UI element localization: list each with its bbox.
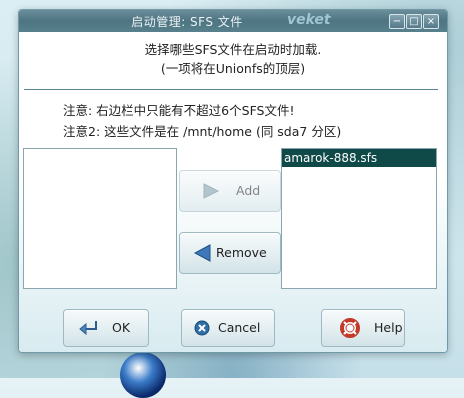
- ok-label: OK: [112, 320, 131, 335]
- intro-text: 选择哪些SFS文件在启动时加载. (一项将在Unionfs的顶层): [19, 40, 447, 78]
- play-arrow-icon: [203, 183, 220, 199]
- desktop-logo-icon: [120, 352, 166, 398]
- cancel-x-icon: [194, 320, 210, 336]
- intro-line-1: 选择哪些SFS文件在启动时加载.: [144, 42, 322, 57]
- help-label: Help: [374, 320, 403, 335]
- add-button[interactable]: Add: [179, 170, 281, 212]
- close-button[interactable]: ×: [423, 14, 439, 29]
- note-line-1: 注意: 右边栏中只能有不超过6个SFS文件!: [63, 103, 295, 118]
- minimize-button[interactable]: −: [389, 14, 405, 29]
- enter-return-icon: [79, 321, 97, 336]
- note-line-2: 注意2: 这些文件是在 /mnt/home (同 sda7 分区): [63, 124, 342, 139]
- lifebuoy-icon: [340, 318, 360, 338]
- separator-line: [24, 89, 438, 90]
- list-item[interactable]: amarok-888.sfs: [282, 149, 436, 167]
- brand-logo-text: veket: [287, 12, 331, 28]
- ok-button[interactable]: OK: [63, 309, 149, 347]
- available-sfs-list[interactable]: [23, 148, 177, 289]
- titlebar[interactable]: 启动管理: SFS 文件 veket − □ ×: [19, 10, 447, 32]
- maximize-button[interactable]: □: [406, 14, 422, 29]
- intro-line-2: (一项将在Unionfs的顶层): [160, 61, 306, 76]
- dialog-content: 选择哪些SFS文件在启动时加载. (一项将在Unionfs的顶层) 注意: 右边…: [19, 32, 447, 352]
- remove-label: Remove: [216, 245, 267, 260]
- sfs-boot-manager-window: 启动管理: SFS 文件 veket − □ × 选择哪些SFS文件在启动时加载…: [18, 9, 448, 353]
- selected-sfs-list[interactable]: amarok-888.sfs: [281, 148, 437, 289]
- cancel-button[interactable]: Cancel: [181, 309, 275, 347]
- help-button[interactable]: Help: [321, 309, 405, 347]
- cancel-label: Cancel: [218, 320, 261, 335]
- remove-button[interactable]: Remove: [179, 232, 281, 274]
- back-arrow-icon: [193, 244, 211, 262]
- add-label: Add: [236, 183, 261, 198]
